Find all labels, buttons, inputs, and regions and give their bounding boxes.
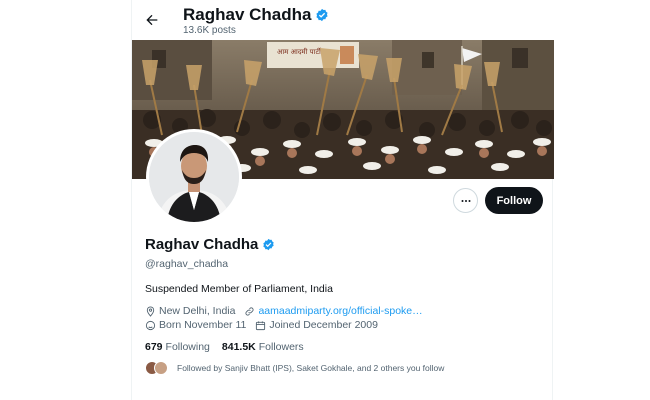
profile-display-name: Raghav Chadha (145, 236, 275, 253)
following-link[interactable]: 679 Following (145, 341, 210, 353)
page-background-right (553, 0, 650, 400)
header-name-text: Raghav Chadha (183, 5, 312, 24)
follow-counts: 679 Following 841.5K Followers (145, 341, 304, 353)
following-label: Following (165, 341, 210, 353)
header-name: Raghav Chadha (183, 5, 329, 25)
profile-handle: @raghav_chadha (145, 258, 229, 270)
profile-header-bar: Raghav Chadha 13.6K posts (132, 0, 554, 40)
page-background-left (0, 0, 131, 400)
following-count: 679 (145, 341, 163, 353)
location: New Delhi, India (145, 305, 235, 317)
birthday-icon (145, 320, 156, 330)
header-posts-count: 13.6K posts (183, 25, 236, 36)
followers-link[interactable]: 841.5K Followers (222, 341, 304, 353)
display-name-text: Raghav Chadha (145, 236, 259, 253)
followers-you-know-avatars (145, 361, 171, 375)
back-arrow-icon (146, 14, 158, 26)
profile-avatar[interactable] (146, 129, 242, 225)
profile-panel: Raghav Chadha 13.6K posts आम आदमी पार्टी… (131, 0, 554, 400)
link-icon (245, 306, 254, 316)
join-date: Joined December 2009 (255, 319, 378, 331)
birthday: Born November 11 (145, 319, 246, 331)
profile-bio: Suspended Member of Parliament, India (145, 283, 333, 295)
back-button[interactable] (140, 8, 164, 32)
website: aamaadmiparty.org/official-spoke… (244, 305, 423, 317)
verified-badge-icon (316, 8, 329, 22)
avatar-image (149, 132, 239, 222)
birthday-text: Born November 11 (159, 319, 247, 331)
profile-meta-row-1: New Delhi, India aamaadmiparty.org/offic… (145, 305, 432, 317)
verified-badge-icon (263, 238, 275, 251)
followed-by-link[interactable]: Followed by Sanjiv Bhatt (IPS), Saket Go… (145, 361, 444, 375)
join-date-text: Joined December 2009 (269, 319, 378, 331)
calendar-icon (256, 320, 266, 330)
avatar (154, 361, 168, 375)
followers-count: 841.5K (221, 341, 256, 353)
location-text: New Delhi, India (159, 305, 236, 317)
website-link[interactable]: aamaadmiparty.org/official-spoke… (258, 305, 422, 317)
more-icon (461, 199, 470, 202)
location-icon (146, 305, 155, 317)
follow-button[interactable]: Follow (485, 187, 543, 214)
followed-by-text: Followed by Sanjiv Bhatt (IPS), Saket Go… (177, 363, 445, 373)
more-options-button[interactable] (453, 188, 478, 213)
profile-meta-row-2: Born November 11 Joined December 2009 (145, 319, 387, 331)
banner-cloth-text: आम आदमी पार्टी (277, 47, 322, 56)
followers-label: Followers (258, 341, 304, 353)
